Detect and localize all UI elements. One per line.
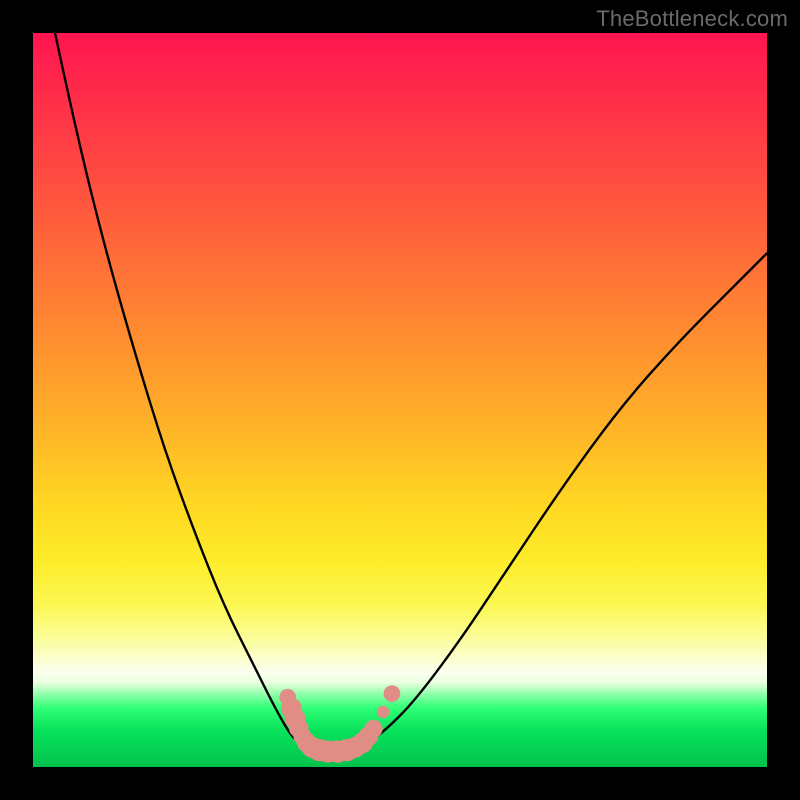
chart-svg [33, 33, 767, 767]
chart-markers [279, 685, 400, 763]
valley-marker [365, 720, 383, 738]
valley-marker [384, 685, 401, 702]
watermark-text: TheBottleneck.com [596, 6, 788, 32]
chart-curve [55, 33, 767, 751]
bottleneck-curve [55, 33, 767, 751]
valley-marker [377, 706, 390, 719]
chart-frame: TheBottleneck.com [0, 0, 800, 800]
chart-plot-area [33, 33, 767, 767]
